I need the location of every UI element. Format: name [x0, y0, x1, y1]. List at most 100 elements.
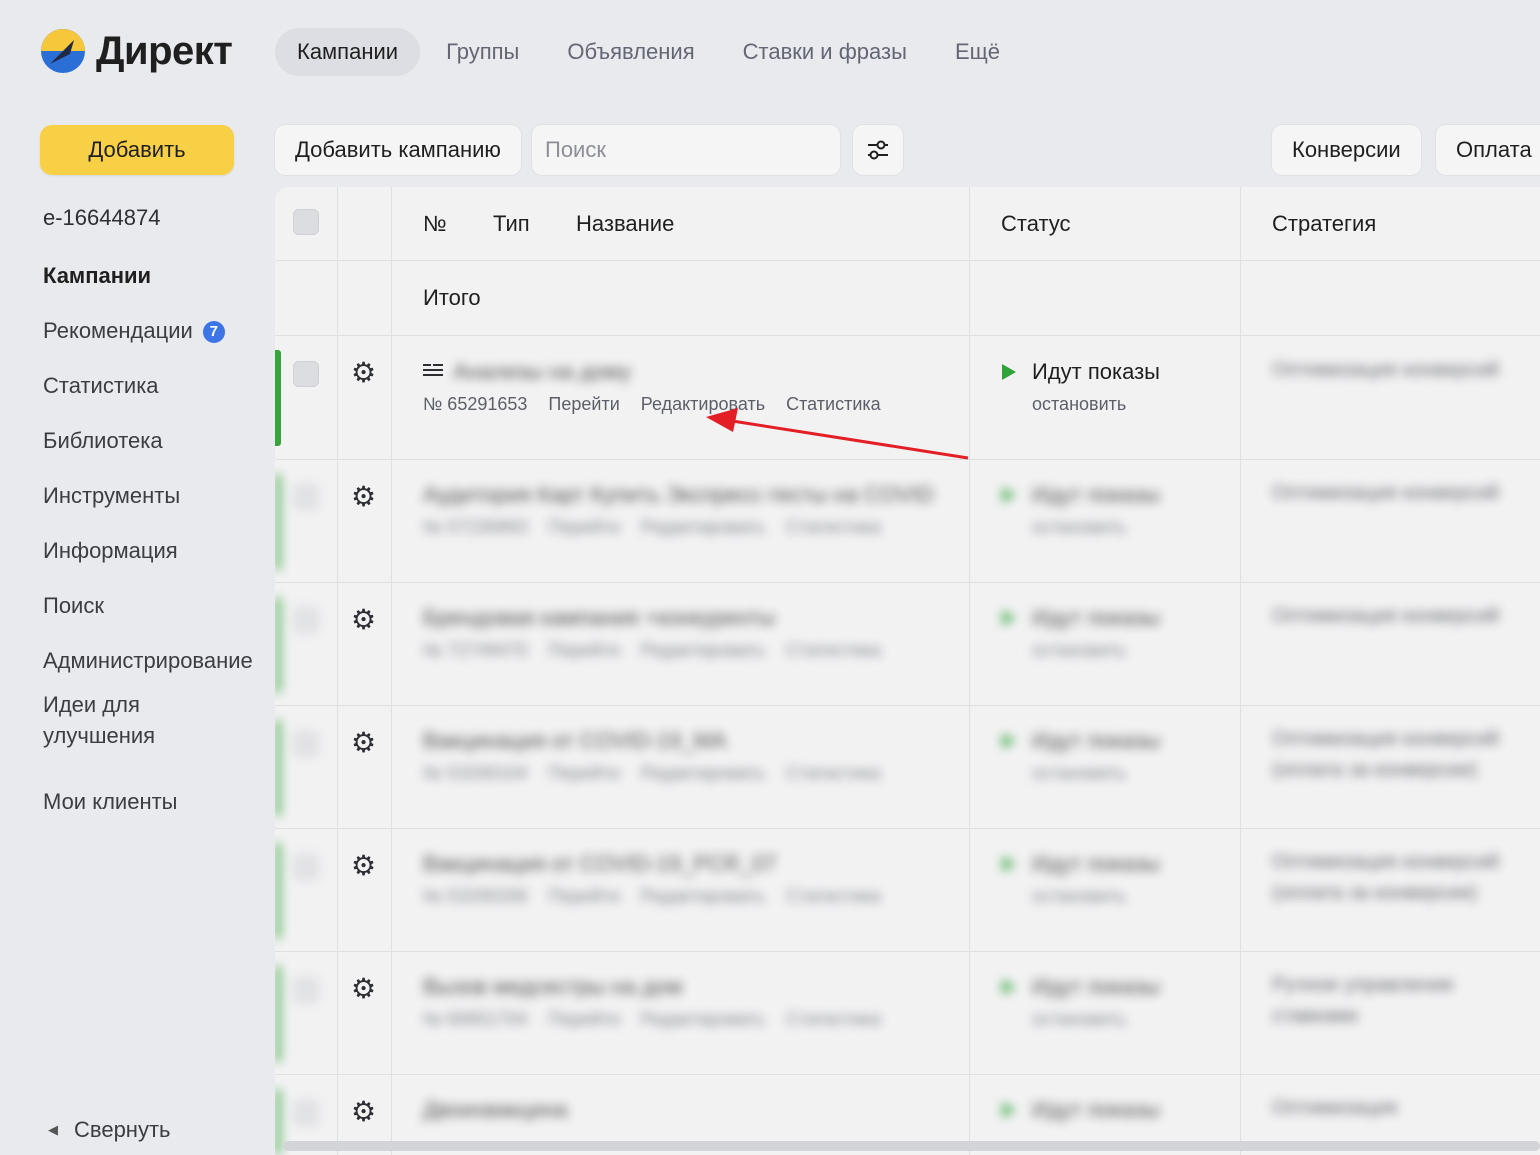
campaign-name-link[interactable]: Брендовая кампания +конкуренты [423, 605, 775, 631]
horizontal-scrollbar[interactable] [283, 1141, 1540, 1151]
statistics-link[interactable]: Статистика [786, 517, 881, 537]
stop-campaign-link[interactable]: остановить [1032, 886, 1126, 907]
gear-icon[interactable]: ⚙ [351, 483, 376, 511]
campaign-status: Идут показы [1032, 359, 1160, 384]
status-indicator-bar [275, 350, 281, 446]
statistics-link[interactable]: Статистика [786, 640, 881, 660]
tab-more[interactable]: Ещё [933, 28, 1022, 76]
campaign-name-link[interactable]: Вызов медсестры на дом [423, 974, 682, 1000]
row-checkbox[interactable] [293, 484, 319, 510]
tab-campaigns[interactable]: Кампании [275, 28, 421, 76]
campaign-name-link[interactable]: Вакцинация от COVID-19_МА [423, 728, 726, 754]
go-to-link[interactable]: Перейти [548, 640, 619, 660]
campaign-strategy[interactable]: Оптимизация [1272, 1093, 1512, 1124]
payment-button[interactable]: Оплата [1436, 125, 1540, 175]
campaign-name-link[interactable]: Вакцинация от COVID-19_PCR_07 [423, 851, 777, 877]
go-to-link[interactable]: Перейти [548, 763, 619, 783]
campaign-status: Идут показы [1032, 482, 1160, 507]
play-icon [1002, 610, 1016, 626]
play-icon [1002, 733, 1016, 749]
campaign-status: Идут показы [1032, 728, 1160, 753]
campaign-strategy[interactable]: Оптимизация конверсий (оплата за конверс… [1272, 847, 1512, 909]
statistics-link[interactable]: Статистика [786, 394, 881, 414]
campaign-number: № 60651704 [423, 1009, 528, 1029]
stop-campaign-link[interactable]: остановить [1032, 517, 1126, 538]
row-checkbox[interactable] [293, 361, 319, 387]
sidebar-item-recommendations[interactable]: Рекомендации 7 [0, 303, 270, 358]
edit-link[interactable]: Редактировать [641, 886, 765, 906]
search-input[interactable] [532, 125, 838, 175]
statistics-link[interactable]: Статистика [786, 1009, 881, 1029]
sidebar-item-search[interactable]: Поиск [0, 578, 270, 633]
go-to-link[interactable]: Перейти [548, 394, 619, 414]
gear-icon[interactable]: ⚙ [351, 852, 376, 880]
gear-icon[interactable]: ⚙ [351, 1098, 376, 1126]
column-header-type[interactable]: Тип [493, 211, 530, 237]
sidebar-item-label: Статистика [43, 373, 159, 398]
row-checkbox[interactable] [293, 1100, 319, 1126]
sidebar-item-tools[interactable]: Инструменты [0, 468, 270, 523]
campaign-name-link[interactable]: Двоихвакцина [423, 1097, 567, 1123]
total-label: Итого [423, 285, 481, 310]
play-icon [1002, 487, 1016, 503]
select-all-checkbox[interactable] [293, 209, 319, 235]
row-checkbox[interactable] [293, 977, 319, 1003]
gear-icon[interactable]: ⚙ [351, 606, 376, 634]
play-icon [1002, 856, 1016, 872]
go-to-link[interactable]: Перейти [548, 886, 619, 906]
campaign-strategy[interactable]: Оптимизация конверсий [1272, 478, 1512, 509]
column-header-strategy[interactable]: Стратегия [1272, 211, 1376, 237]
campaign-name-link[interactable]: Анализы на дому [453, 359, 631, 385]
conversions-button[interactable]: Конверсии [1272, 125, 1421, 175]
edit-link[interactable]: Редактировать [641, 517, 765, 537]
tab-ads[interactable]: Объявления [545, 28, 716, 76]
play-icon [1002, 1102, 1016, 1118]
filter-button[interactable] [853, 125, 903, 175]
sidebar-item-label: Инструменты [43, 483, 181, 508]
go-to-link[interactable]: Перейти [548, 517, 619, 537]
status-indicator-bar [275, 474, 281, 570]
sidebar-item-statistics[interactable]: Статистика [0, 358, 270, 413]
column-header-name[interactable]: Название [576, 211, 674, 237]
statistics-link[interactable]: Статистика [786, 763, 881, 783]
add-campaign-button[interactable]: Добавить кампанию [275, 125, 521, 175]
add-button[interactable]: Добавить [40, 125, 234, 175]
logo[interactable]: Директ [40, 28, 233, 74]
sidebar-item-campaigns[interactable]: Кампании [0, 248, 270, 303]
edit-link[interactable]: Редактировать [641, 640, 765, 660]
column-header-status[interactable]: Статус [1001, 211, 1071, 237]
stop-campaign-link[interactable]: остановить [1032, 640, 1126, 661]
statistics-link[interactable]: Статистика [786, 886, 881, 906]
column-header-number[interactable]: № [423, 211, 447, 237]
sidebar-item-my-clients[interactable]: Мои клиенты [0, 774, 270, 829]
stop-campaign-link[interactable]: остановить [1032, 1009, 1126, 1030]
collapse-sidebar-button[interactable]: ◀ Свернуть [48, 1117, 171, 1143]
campaign-strategy[interactable]: Оптимизация конверсий [1272, 355, 1512, 386]
edit-link[interactable]: Редактировать [641, 1009, 765, 1029]
row-checkbox[interactable] [293, 607, 319, 633]
campaign-status: Идут показы [1032, 851, 1160, 876]
campaign-strategy[interactable]: Ручное управление ставками [1272, 970, 1512, 1032]
gear-icon[interactable]: ⚙ [351, 975, 376, 1003]
edit-link[interactable]: Редактировать [641, 394, 765, 414]
account-login[interactable]: e-16644874 [43, 205, 160, 231]
gear-icon[interactable]: ⚙ [351, 359, 376, 387]
row-checkbox[interactable] [293, 731, 319, 757]
sidebar-item-information[interactable]: Информация [0, 523, 270, 578]
stop-campaign-link[interactable]: остановить [1032, 394, 1126, 415]
search-field[interactable] [532, 125, 840, 175]
stop-campaign-link[interactable]: остановить [1032, 763, 1126, 784]
edit-link[interactable]: Редактировать [641, 763, 765, 783]
gear-icon[interactable]: ⚙ [351, 729, 376, 757]
tab-bids-phrases[interactable]: Ставки и фразы [721, 28, 929, 76]
row-checkbox[interactable] [293, 854, 319, 880]
text-campaign-icon [423, 364, 443, 376]
campaign-name-link[interactable]: Аудитория Карт Купить Экспресс-тесты на … [423, 482, 934, 508]
sidebar-item-administration[interactable]: Администрирование [0, 633, 270, 688]
go-to-link[interactable]: Перейти [548, 1009, 619, 1029]
campaign-strategy[interactable]: Оптимизация конверсий [1272, 601, 1512, 632]
campaign-strategy[interactable]: Оптимизация конверсий (оплата за конверс… [1272, 724, 1512, 786]
sidebar-item-library[interactable]: Библиотека [0, 413, 270, 468]
tab-groups[interactable]: Группы [424, 28, 541, 76]
sidebar-item-ideas[interactable]: Идеи для улучшения [0, 688, 270, 774]
